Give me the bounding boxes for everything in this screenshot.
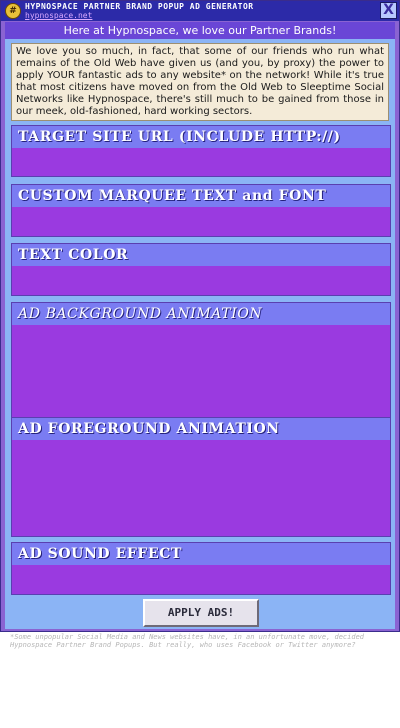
fg-animation-label: AD FOREGROUND ANIMATION <box>12 418 390 440</box>
text-color-section: TEXT COLOR <box>11 243 391 296</box>
bg-animation-label: AD BACKGROUND ANIMATION <box>12 303 390 325</box>
sound-picker[interactable] <box>12 565 390 594</box>
title-bar[interactable]: # HYPNOSPACE PARTNER BRAND POPUP AD GENE… <box>1 1 399 21</box>
sound-section: AD SOUND EFFECT <box>11 542 391 595</box>
window-title: HYPNOSPACE PARTNER BRAND POPUP AD GENERA… <box>25 2 254 11</box>
text-color-picker[interactable] <box>12 266 390 295</box>
bg-animation-picker[interactable] <box>12 325 390 417</box>
sound-label: AD SOUND EFFECT <box>12 543 390 565</box>
footnote-text: *Some unpopular Social Media and News we… <box>10 633 365 649</box>
target-url-section: TARGET SITE URL (INCLUDE HTTP://) <box>11 125 391 177</box>
fg-animation-section: AD FOREGROUND ANIMATION <box>11 417 391 537</box>
partner-banner: Here at Hypnospace, we love our Partner … <box>5 22 395 39</box>
bg-animation-section: AD BACKGROUND ANIMATION <box>11 302 391 418</box>
marquee-text-field[interactable] <box>12 207 390 236</box>
target-url-field[interactable] <box>12 148 390 176</box>
marquee-section: CUSTOM MARQUEE TEXT and FONT <box>11 184 391 237</box>
apply-ads-button[interactable]: APPLY ADS! <box>143 599 259 627</box>
hypnospace-logo-icon: # <box>5 3 21 19</box>
popup-window: # HYPNOSPACE PARTNER BRAND POPUP AD GENE… <box>0 0 400 632</box>
fg-animation-picker[interactable] <box>12 440 390 536</box>
target-url-label: TARGET SITE URL (INCLUDE HTTP://) <box>12 126 390 148</box>
close-icon[interactable]: X <box>380 2 397 19</box>
text-color-label: TEXT COLOR <box>12 244 390 266</box>
window-url-link[interactable]: hypnospace.net <box>25 11 92 20</box>
marquee-label: CUSTOM MARQUEE TEXT and FONT <box>12 185 390 207</box>
intro-text: We love you so much, in fact, that some … <box>11 43 389 121</box>
